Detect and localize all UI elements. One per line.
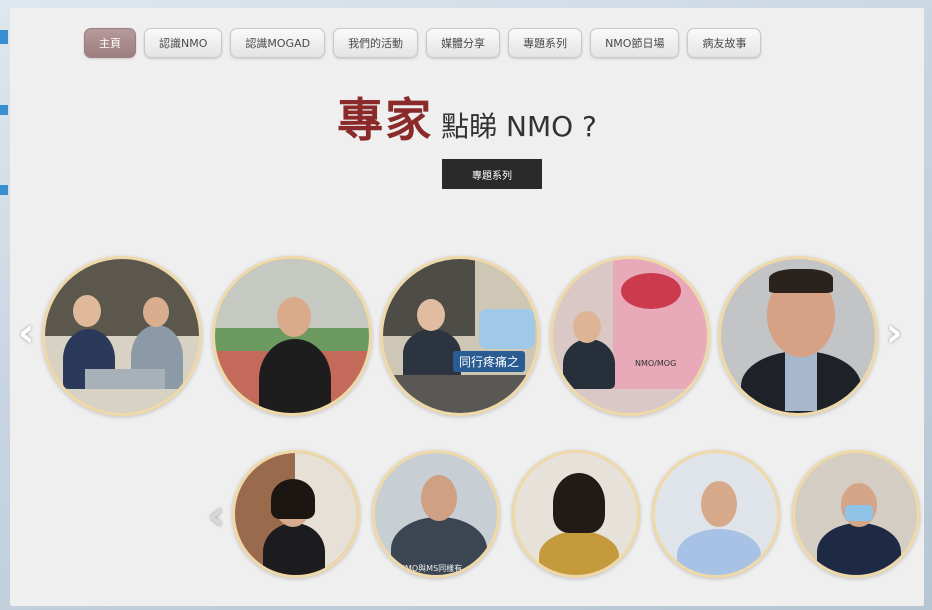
video-thumb-7[interactable]: NMO與MS同樣有 xyxy=(372,450,500,578)
carousel-top-next-icon[interactable]: › xyxy=(886,313,902,353)
nav-about-nmo[interactable]: 認識NMO xyxy=(144,28,223,58)
video-thumb-1[interactable] xyxy=(42,256,202,416)
nav-bar: 主頁 認識NMO 認識MOGAD 我們的活動 媒體分享 專題系列 NMO節日場 … xyxy=(84,28,762,58)
series-button[interactable]: 專題系列 xyxy=(442,159,542,189)
page-title: 專家 點睇 NMO ? xyxy=(10,84,924,150)
edge-accent xyxy=(0,30,8,44)
video-thumb-4[interactable]: NMO/MOG xyxy=(550,256,710,416)
video-caption: NMO與MS同樣有 xyxy=(399,564,463,573)
edge-accent xyxy=(0,105,8,115)
title-rest: 點睇 NMO ? xyxy=(441,110,597,143)
video-thumb-10[interactable] xyxy=(792,450,920,578)
main-panel: 主頁 認識NMO 認識MOGAD 我們的活動 媒體分享 專題系列 NMO節日場 … xyxy=(10,8,924,606)
video-thumb-6[interactable] xyxy=(232,450,360,578)
video-thumb-8[interactable] xyxy=(512,450,640,578)
carousel-bottom-prev-icon[interactable]: ‹ xyxy=(208,496,224,536)
edge-accent xyxy=(0,185,8,195)
video-caption: NMO/MOG xyxy=(635,359,677,368)
video-thumb-2[interactable] xyxy=(212,256,372,416)
title-accent: 專家 xyxy=(337,93,434,147)
video-thumb-5[interactable] xyxy=(718,256,878,416)
nav-about-mogad[interactable]: 認識MOGAD xyxy=(230,28,326,58)
video-thumb-9[interactable] xyxy=(652,450,780,578)
nav-media[interactable]: 媒體分享 xyxy=(426,28,501,58)
nav-stories[interactable]: 病友故事 xyxy=(687,28,762,58)
video-caption: 同行疼痛之 xyxy=(453,351,526,372)
nav-series[interactable]: 專題系列 xyxy=(508,28,583,58)
nav-festival[interactable]: NMO節日場 xyxy=(590,28,680,58)
carousel-top-prev-icon[interactable]: ‹ xyxy=(18,313,34,353)
nav-activities[interactable]: 我們的活動 xyxy=(333,28,419,58)
video-thumb-3[interactable]: 同行疼痛之 xyxy=(380,256,540,416)
nav-home[interactable]: 主頁 xyxy=(84,28,136,58)
